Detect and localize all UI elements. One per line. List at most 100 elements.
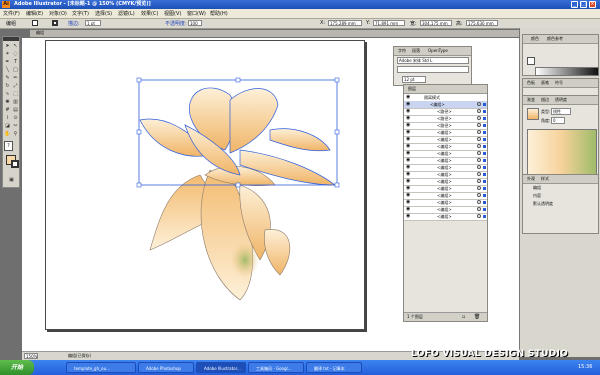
close-button[interactable]: ×: [589, 1, 596, 8]
selection-square-icon[interactable]: [483, 187, 486, 190]
new-layer-icon[interactable]: ▫: [462, 314, 465, 320]
slice-tool-icon[interactable]: ✂: [12, 123, 19, 130]
selection-square-icon[interactable]: [483, 166, 486, 169]
target-circle-icon[interactable]: [477, 102, 481, 106]
visibility-eye-icon[interactable]: ◉: [406, 137, 411, 142]
selection-square-icon[interactable]: [483, 103, 486, 106]
target-circle-icon[interactable]: [477, 165, 481, 169]
tab-paragraph[interactable]: 段落: [412, 48, 420, 54]
type-tool-icon[interactable]: T: [12, 59, 19, 66]
tab-symbols[interactable]: 符号: [555, 80, 563, 86]
visibility-eye-icon[interactable]: ◉: [406, 102, 411, 107]
font-family-select[interactable]: Adobe 宋体 Std L: [397, 57, 469, 64]
visibility-eye-icon[interactable]: ◉: [406, 151, 411, 156]
stroke-color-box[interactable]: [11, 160, 19, 168]
taskbar-item[interactable]: template_gh_ou...: [66, 362, 136, 373]
live-paint-tool-icon[interactable]: ◪: [4, 123, 11, 130]
stroke-weight-field[interactable]: 1 pt: [85, 20, 101, 26]
visibility-eye-icon[interactable]: ◉: [406, 172, 411, 177]
target-circle-icon[interactable]: [477, 116, 481, 120]
fill-swatch[interactable]: [32, 20, 38, 26]
tab-transparency[interactable]: 透明度: [555, 97, 567, 103]
pen-tool-icon[interactable]: ✒: [4, 59, 11, 66]
start-button[interactable]: 开始: [0, 360, 34, 375]
lasso-tool-icon[interactable]: ◌: [12, 51, 19, 58]
tab-color[interactable]: 颜色: [531, 36, 539, 42]
taskbar-item[interactable]: Adobe Illustrator...: [196, 362, 246, 373]
visibility-eye-icon[interactable]: ◉: [406, 179, 411, 184]
target-circle-icon[interactable]: [477, 207, 481, 211]
target-circle-icon[interactable]: [477, 144, 481, 148]
gradient-angle-field[interactable]: 0: [551, 117, 565, 124]
target-circle-icon[interactable]: [477, 158, 481, 162]
menu-file[interactable]: 文件(F): [3, 10, 20, 17]
zoom-level-field[interactable]: 150%: [24, 353, 38, 359]
graph-tool-icon[interactable]: ▥: [12, 99, 19, 106]
selection-square-icon[interactable]: [483, 110, 486, 113]
line-tool-icon[interactable]: ╲: [4, 67, 11, 74]
appearance-contents-row[interactable]: 内容: [533, 193, 541, 199]
visibility-eye-icon[interactable]: ◉: [406, 95, 411, 100]
tab-styles[interactable]: 样式: [541, 176, 549, 182]
paintbrush-tool-icon[interactable]: ✎: [4, 75, 11, 82]
tab-color-guide[interactable]: 颜色参考: [547, 36, 563, 42]
selection-square-icon[interactable]: [483, 124, 486, 127]
target-circle-icon[interactable]: [477, 214, 481, 218]
maximize-button[interactable]: □: [580, 1, 587, 8]
selection-square-icon[interactable]: [483, 201, 486, 204]
x-field[interactable]: 175.289 mm: [328, 20, 362, 26]
toolbox-header[interactable]: [3, 37, 19, 41]
visibility-eye-icon[interactable]: ◉: [406, 116, 411, 121]
menu-select[interactable]: 选择(S): [95, 10, 112, 17]
help-icon[interactable]: ?: [4, 141, 13, 151]
target-circle-icon[interactable]: [477, 186, 481, 190]
visibility-eye-icon[interactable]: ◉: [406, 193, 411, 198]
menu-filter[interactable]: 滤镜(L): [118, 10, 135, 17]
tab-brushes[interactable]: 画笔: [541, 80, 549, 86]
target-circle-icon[interactable]: [477, 109, 481, 113]
tab-opentype[interactable]: OpenType: [428, 48, 448, 53]
delete-layer-icon[interactable]: 🗑: [474, 314, 480, 320]
menu-window[interactable]: 窗口(W): [187, 10, 206, 17]
gradient-type-select[interactable]: 线性: [551, 108, 571, 115]
width-field[interactable]: 304.175 mm: [420, 20, 452, 26]
height-field[interactable]: 175.630 mm: [466, 20, 498, 26]
tab-character[interactable]: 字符: [398, 48, 406, 54]
selection-square-icon[interactable]: [483, 194, 486, 197]
visibility-eye-icon[interactable]: ◉: [406, 214, 411, 219]
layer-row[interactable]: ◉ <编组>: [404, 213, 487, 221]
document-tab-label[interactable]: 编组: [36, 30, 44, 36]
visibility-eye-icon[interactable]: ◉: [406, 158, 411, 163]
hand-tool-icon[interactable]: ✋: [4, 131, 11, 138]
tab-appearance[interactable]: 外观: [527, 176, 535, 182]
mesh-tool-icon[interactable]: #: [4, 107, 11, 114]
menu-edit[interactable]: 编辑(E): [26, 10, 43, 17]
opacity-field[interactable]: 100: [188, 20, 202, 26]
selection-square-icon[interactable]: [483, 208, 486, 211]
menu-type[interactable]: 文字(T): [72, 10, 89, 17]
none-swatch-icon[interactable]: [527, 57, 535, 65]
appearance-opacity-row[interactable]: 默认透明度: [533, 201, 553, 207]
visibility-eye-icon[interactable]: ◉: [406, 130, 411, 135]
visibility-eye-icon[interactable]: ◉: [406, 186, 411, 191]
taskbar-item[interactable]: 工具箱风 - Googl...: [248, 362, 304, 373]
scale-tool-icon[interactable]: ⤢: [12, 83, 19, 90]
taskbar-item[interactable]: 翻译 txt - 记事本: [306, 362, 362, 373]
gradient-tool-icon[interactable]: ▤: [12, 107, 19, 114]
menu-effect[interactable]: 效果(C): [141, 10, 158, 17]
magnolia-illustration[interactable]: [130, 75, 345, 310]
visibility-eye-icon[interactable]: ◉: [406, 144, 411, 149]
target-circle-icon[interactable]: [477, 151, 481, 155]
rectangle-tool-icon[interactable]: □: [12, 67, 19, 74]
zoom-tool-icon[interactable]: ⚲: [12, 131, 19, 138]
eyedropper-tool-icon[interactable]: ⌇: [4, 115, 11, 122]
stroke-swatch[interactable]: [52, 20, 58, 26]
menu-help[interactable]: 帮助(H): [210, 10, 228, 17]
selection-square-icon[interactable]: [483, 152, 486, 155]
symbol-sprayer-tool-icon[interactable]: ✺: [4, 99, 11, 106]
selection-tool-icon[interactable]: ➤: [4, 43, 11, 50]
selection-square-icon[interactable]: [483, 173, 486, 176]
magic-wand-tool-icon[interactable]: ✶: [4, 51, 11, 58]
selection-square-icon[interactable]: [483, 159, 486, 162]
direct-selection-tool-icon[interactable]: ↖: [12, 43, 19, 50]
